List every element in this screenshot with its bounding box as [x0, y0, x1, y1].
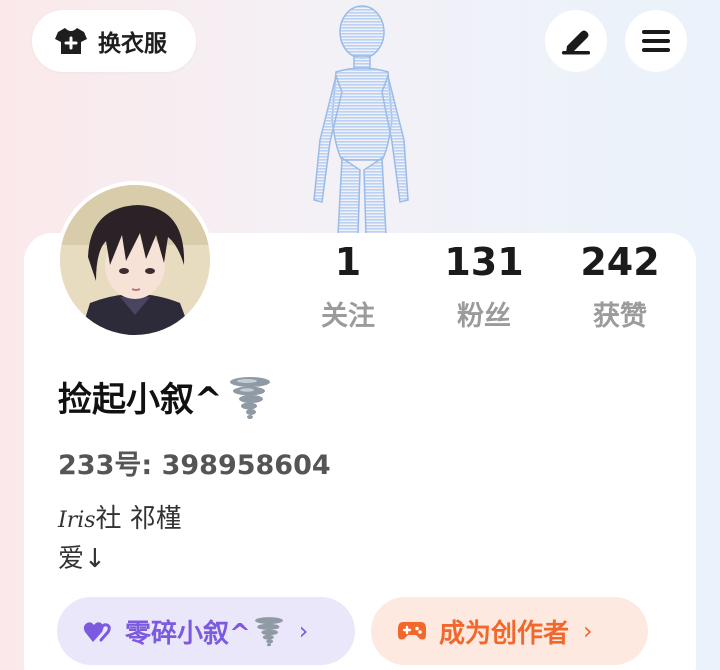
- change-outfit-label: 换衣服: [98, 31, 167, 57]
- pencil-icon: [562, 30, 590, 55]
- likes-count: 242: [580, 240, 660, 284]
- chevron-right-icon: ›: [583, 617, 593, 645]
- change-outfit-button[interactable]: 换衣服: [32, 10, 196, 72]
- stat-fans[interactable]: 131 粉丝: [424, 238, 544, 333]
- user-id-label: 233号:: [58, 450, 153, 481]
- stat-likes[interactable]: 242 获赞: [560, 238, 680, 333]
- username-text: 捡起小叙^: [58, 380, 223, 420]
- username: 捡起小叙^: [58, 372, 273, 421]
- bio-script-text: Iris: [58, 508, 96, 533]
- following-count: 1: [334, 240, 362, 284]
- bio-line-1-text: 社 祁槿: [95, 504, 182, 534]
- become-creator-button[interactable]: 成为创作者 ›: [371, 597, 648, 665]
- edit-profile-button[interactable]: [545, 10, 607, 72]
- bio-line-1: Iris社 祁槿: [58, 500, 182, 540]
- hologram-avatar-figure: [313, 5, 409, 235]
- avatar-image: [60, 185, 210, 335]
- gamepad-icon: [397, 616, 427, 646]
- bio-line-2: 爱↓: [58, 544, 106, 574]
- tshirt-plus-icon: [55, 28, 87, 54]
- double-heart-icon: [83, 616, 113, 646]
- user-id[interactable]: 233号: 398958604: [58, 443, 331, 482]
- tornado-emoji-icon: [254, 617, 283, 647]
- become-creator-label: 成为创作者: [439, 618, 570, 649]
- tornado-emoji-icon: [229, 376, 270, 419]
- hamburger-menu-icon: [642, 30, 670, 52]
- bio: Iris社 祁槿 爱↓: [58, 500, 182, 578]
- avatar[interactable]: [56, 181, 214, 339]
- fans-count: 131: [444, 240, 524, 284]
- suixu-label: 零碎小叙^: [125, 618, 251, 649]
- suixu-link-button[interactable]: 零碎小叙^ ›: [57, 597, 355, 665]
- likes-label: 获赞: [593, 301, 647, 332]
- fans-label: 粉丝: [457, 301, 511, 332]
- stat-following[interactable]: 1 关注: [288, 238, 408, 333]
- menu-button[interactable]: [625, 10, 687, 72]
- following-label: 关注: [321, 301, 375, 332]
- user-id-value: 398958604: [161, 450, 331, 481]
- chevron-right-icon: ›: [298, 617, 309, 645]
